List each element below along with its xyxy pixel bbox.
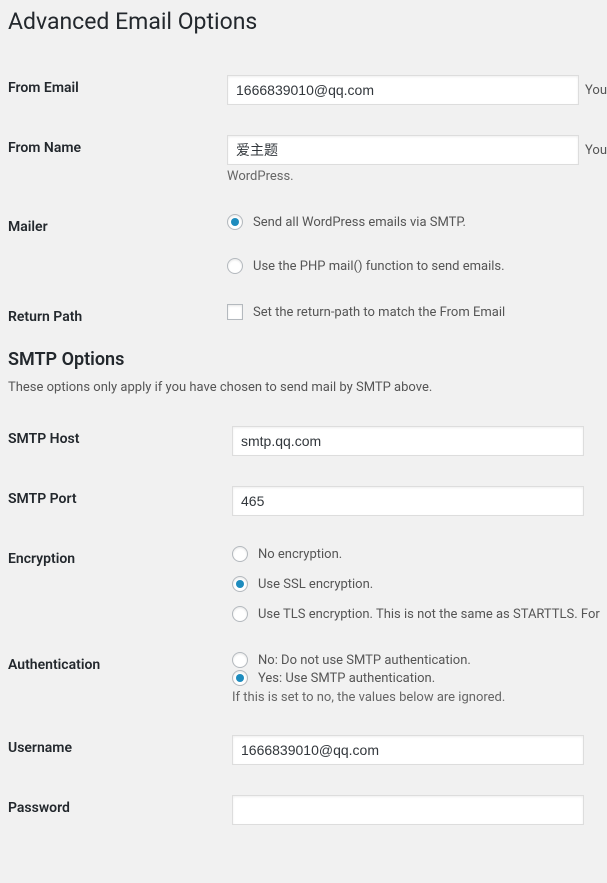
smtp-port-label: SMTP Port — [8, 471, 208, 531]
auth-radio-no[interactable] — [232, 652, 248, 668]
from-name-input[interactable] — [227, 135, 579, 165]
from-name-desc: WordPress. — [227, 169, 607, 184]
auth-option-yes[interactable]: Yes: Use SMTP authentication. — [258, 671, 435, 686]
smtp-port-input[interactable] — [232, 486, 584, 516]
auth-option-no[interactable]: No: Do not use SMTP authentication. — [258, 653, 471, 668]
auth-radio-yes[interactable] — [232, 670, 248, 686]
encryption-option-none[interactable]: No encryption. — [258, 547, 342, 562]
mailer-label: Mailer — [8, 199, 203, 289]
page-heading: Advanced Email Options — [8, 8, 607, 35]
encryption-option-ssl[interactable]: Use SSL encryption. — [258, 577, 373, 592]
encryption-radio-ssl[interactable] — [232, 576, 248, 592]
from-email-trailing: You — [585, 83, 607, 98]
smtp-desc: These options only apply if you have cho… — [8, 380, 607, 395]
password-label: Password — [8, 780, 208, 840]
from-name-trailing: You — [585, 143, 607, 158]
encryption-radio-none[interactable] — [232, 546, 248, 562]
password-input[interactable] — [232, 795, 584, 825]
mailer-radio-php[interactable] — [227, 258, 243, 274]
from-name-label: From Name — [8, 120, 203, 199]
username-label: Username — [8, 720, 208, 780]
mailer-radio-smtp[interactable] — [227, 214, 243, 230]
from-email-input[interactable] — [227, 75, 579, 105]
smtp-heading: SMTP Options — [8, 349, 607, 370]
return-path-checkbox[interactable] — [227, 304, 243, 320]
return-path-option[interactable]: Set the return-path to match the From Em… — [253, 305, 505, 320]
return-path-label: Return Path — [8, 289, 203, 345]
mailer-option-php[interactable]: Use the PHP mail() function to send emai… — [253, 259, 505, 274]
encryption-radio-tls[interactable] — [232, 606, 248, 622]
from-email-label: From Email — [8, 60, 203, 120]
mailer-option-smtp[interactable]: Send all WordPress emails via SMTP. — [253, 215, 466, 230]
smtp-host-label: SMTP Host — [8, 411, 208, 471]
smtp-host-input[interactable] — [232, 426, 584, 456]
encryption-label: Encryption — [8, 531, 208, 637]
authentication-label: Authentication — [8, 637, 208, 720]
encryption-option-tls[interactable]: Use TLS encryption. This is not the same… — [258, 607, 600, 622]
username-input[interactable] — [232, 735, 584, 765]
auth-desc: If this is set to no, the values below a… — [232, 690, 607, 705]
